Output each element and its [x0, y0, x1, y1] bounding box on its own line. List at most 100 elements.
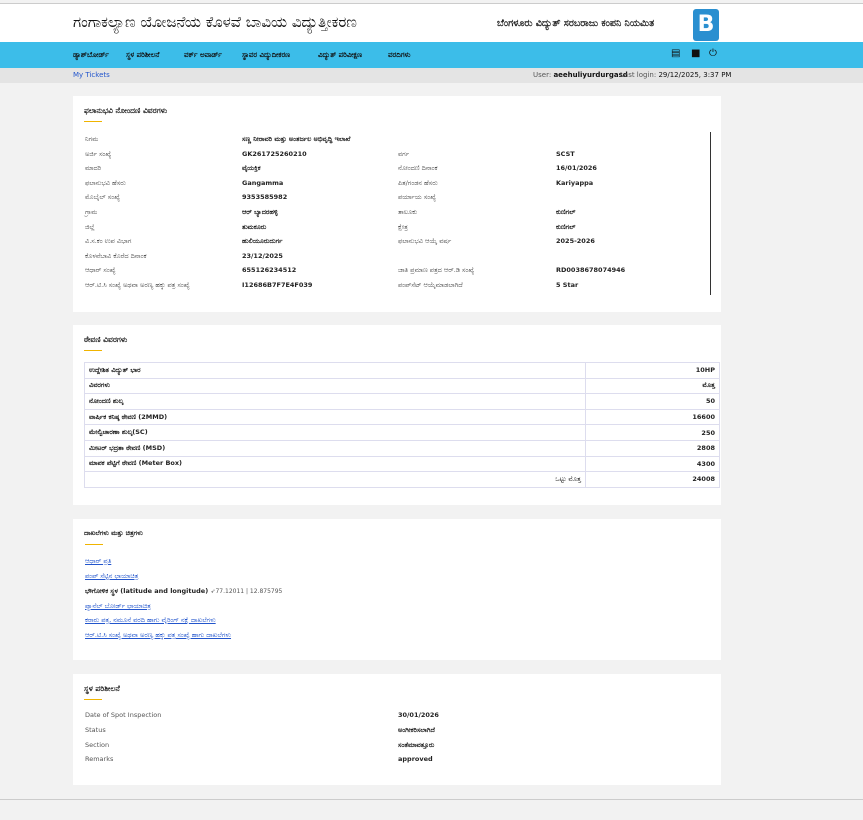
field-label: ಜಿಲ್ಲೆ — [85, 222, 95, 231]
field-label: Date of Spot Inspection — [85, 711, 162, 719]
deposit-label: ವಾರ್ಷಿಕ ಕನಿಷ್ಠ ಠೇವಣಿ (2MMD) — [84, 408, 586, 426]
field-value: 16/01/2026 — [556, 164, 597, 173]
documents-card: ದಾಖಲೆಗಳು ಮತ್ತು ಚಿತ್ರಗಳು ಆಧಾರ್ ಪ್ರತಿ ಪಂಪ್… — [73, 519, 721, 660]
panel-board-photo-link[interactable]: ಪ್ಯಾನೆಲ್ ಬೋರ್ಡ್ ಛಾಯಾಚಿತ್ರ — [85, 602, 151, 610]
user-info: User: aeehuliyurdurgasd — [533, 71, 628, 79]
agreement-docs-link[interactable]: ಕರಾರು ಪತ್ರ, ನಮೂನೆ ವರದಿ ಹಾಗು ವೈರಿಂಗ್ ನಕ್ಷ… — [85, 616, 216, 624]
deposit-row: ಉದ್ದೇಶಿತ ವಿದ್ಯುತ್ ಭಾರ 10HP — [84, 362, 720, 379]
lock-icon[interactable]: ■ — [691, 48, 700, 59]
field-value: ಹುಲಿಯೂರುದುರ್ಗ — [242, 237, 283, 246]
section-title: ಠೇವಣಿ ವಿವರಗಳು — [84, 335, 128, 344]
deposit-row: ಮಾಪಕ ಪೆಟ್ಟಿಗೆ ಠೇವಣಿ (Meter Box) 4300 — [84, 455, 720, 473]
field-label: ನಿಗಮ — [85, 135, 99, 143]
bescom-logo: B — [693, 9, 719, 41]
field-label: ಅರ್ಜಿ ಸಂಖ್ಯೆ — [85, 149, 112, 158]
title-underline — [84, 350, 102, 351]
field-label: ಮಾದರಿ — [85, 164, 102, 173]
deposit-row: ನೋಂದಣಿ ಶುಲ್ಕ 50 — [84, 393, 720, 410]
deposit-label: ವಿವರಗಳು — [84, 377, 586, 395]
nav-dashboard[interactable]: ಡ್ಯಾಶ್‌ಬೋರ್ಡ್ — [73, 51, 109, 60]
geo-value[interactable]: ➶77.12011 | 12.875795 — [210, 588, 282, 595]
deposit-value: 10HP — [585, 362, 720, 379]
username: aeehuliyurdurgasd — [553, 71, 628, 79]
deposit-value: 4300 — [585, 455, 720, 473]
deposit-value: 50 — [585, 393, 720, 410]
field-label: ವಿ.ಸ.ಕಂ ಉಪ ವಿಭಾಗ — [85, 237, 132, 246]
power-icon[interactable]: ⏻ — [709, 48, 717, 59]
field-value: I12686B7F7E4F039 — [242, 281, 313, 289]
deposit-row: ಮೀಟರ್ ಭದ್ರತಾ ಠೇವಣಿ (MSD) 2808 — [84, 439, 720, 457]
field-value: approved — [398, 755, 433, 764]
deposit-label: ಮೀಟರ್ ಭದ್ರತಾ ಠೇವಣಿ (MSD) — [84, 439, 586, 457]
nav-work-award[interactable]: ವರ್ಕ್ ಅವಾರ್ಡ್ — [184, 51, 222, 60]
nav-electrical-inspection[interactable]: ವಿದ್ಯುತ್ ಪರಿವೀಕ್ಷಣ — [318, 51, 362, 60]
deposit-table: ಉದ್ದೇಶಿತ ವಿದ್ಯುತ್ ಭಾರ 10HP ವಿವರಗಳು ಮೊತ್ತ ನೋಂ… — [84, 362, 720, 488]
field-label: ಗ್ರಾಮ — [85, 208, 98, 216]
field-value: 30/01/2026 — [398, 711, 439, 719]
field-label: ಕೊಳವೆಬಾವಿ ಕೊರೆದ ದಿನಾಂಕ — [85, 251, 147, 260]
app-title: ಗಂಗಾಕಲ್ಯಾಣ ಯೋಜನೆಯ ಕೊಳವೆ ಬಾವಿಯ ವಿದ್ಯುತ್ತೀ… — [73, 13, 357, 31]
scroll-divider — [710, 132, 711, 295]
field-value: 2025-2026 — [556, 237, 595, 246]
book-icon[interactable]: ▤ — [671, 48, 680, 59]
field-value: ಕುಣಿಗಲ್ — [556, 222, 576, 231]
field-value: ಸಣ್ಣ ನೀರಾವರಿ ಮತ್ತು ಅಂತರ್ಜಲ ಅಭಿವೃದ್ಧಿ ಇಲಾ… — [242, 135, 351, 143]
field-label: ಆರ್.ಟಿ.ಸಿ ಸಂಖ್ಯೆ ಅಥವಾ ಅರಣ್ಯ ಹಕ್ಕು ಪತ್ರ ಸ… — [85, 281, 190, 289]
field-value: ಆರ್ ಬ್ಯಾದರಹಳ್ಳಿ — [242, 208, 278, 216]
field-value: Kariyappa — [556, 178, 594, 187]
rtc-docs-link[interactable]: ಆರ್.ಟಿ.ಸಿ ಸಂಖ್ಯೆ ಅಥವಾ ಅರಣ್ಯ ಹಕ್ಕು ಪತ್ರ ಸ… — [85, 631, 231, 639]
field-value: ಸಂತೆಮಾವತ್ತೂರು — [398, 740, 435, 749]
section-title: ದಾಖಲೆಗಳು ಮತ್ತು ಚಿತ್ರಗಳು — [84, 529, 143, 537]
field-value: 655126234512 — [242, 266, 297, 275]
field-label: ಆಧಾರ್ ಸಂಖ್ಯೆ — [85, 266, 116, 275]
field-value: ವೈಯಕ್ತಿಕ — [242, 164, 261, 173]
field-value: RD0038678074946 — [556, 266, 626, 275]
field-label: ತಾಲೂಕು — [398, 208, 418, 216]
deposit-value: 250 — [585, 424, 720, 441]
field-label: ಪಂಪ್‌ಸೆಟ್ ಆಯ್ಕೆಮಾಡಲಾಗಿದೆ — [398, 281, 463, 289]
field-label: ಫಲಾನುಭವಿ ಆಯ್ಕೆ ವರ್ಷ — [398, 237, 452, 246]
field-label: Remarks — [85, 755, 114, 764]
field-label: ಮೊಬೈಲ್ ಸಂಖ್ಯೆ — [85, 193, 120, 202]
deposit-row: ವಿವರಗಳು ಮೊತ್ತ — [84, 377, 720, 395]
field-label: ವರ್ಗ — [398, 149, 410, 158]
my-tickets-link[interactable]: My Tickets — [73, 71, 110, 79]
deposit-label: ಉದ್ದೇಶಿತ ವಿದ್ಯುತ್ ಭಾರ — [84, 362, 586, 379]
field-label: Status — [85, 725, 106, 734]
deposit-label: ನೋಂದಣಿ ಶುಲ್ಕ — [84, 393, 586, 410]
field-label: Section — [85, 740, 110, 749]
title-underline — [84, 699, 102, 700]
last-login: Last login: 29/12/2025, 3:37 PM — [620, 71, 731, 79]
deposit-card: ಠೇವಣಿ ವಿವರಗಳು ಉದ್ದೇಶಿತ ವಿದ್ಯುತ್ ಭಾರ 10HP ವ… — [73, 325, 721, 505]
deposit-total-row: ಒಟ್ಟು ಮೊತ್ತ 24008 — [84, 471, 720, 488]
total-label: ಒಟ್ಟು ಮೊತ್ತ — [84, 471, 586, 488]
last-login-value: 29/12/2025, 3:37 PM — [658, 71, 732, 79]
nav-spot-inspection[interactable]: ಸ್ಥಳ ಪರಿಶೀಲನೆ — [126, 51, 159, 60]
deposit-value: 16600 — [585, 408, 720, 426]
nav-bar: ಡ್ಯಾಶ್‌ಬೋರ್ಡ್ ಸ್ಥಳ ಪರಿಶೀಲನೆ ವರ್ಕ್ ಅವಾರ್ಡ… — [0, 42, 863, 68]
footer-border — [0, 799, 863, 800]
user-label: User: — [533, 71, 552, 79]
field-label: ಜಾತಿ ಪ್ರಮಾಣ ಪತ್ರದ ಆರ್.ಡಿ ಸಂಖ್ಯೆ — [398, 266, 475, 275]
field-value: 5 Star — [556, 281, 579, 289]
pumpset-photo-link[interactable]: ಪಂಪ್ ಸೆಟ್ಟಿನ ಛಾಯಾಚಿತ್ರ — [85, 572, 138, 580]
deposit-label: ಮಾಪಕ ಪೆಟ್ಟಿಗೆ ಠೇವಣಿ (Meter Box) — [84, 455, 586, 473]
aadhaar-copy-link[interactable]: ಆಧಾರ್ ಪ್ರತಿ — [85, 557, 111, 565]
nav-installation-electrification[interactable]: ಸ್ಥಾವರ ವಿದ್ಯುದೀಕರಣ — [242, 51, 290, 60]
total-value: 24008 — [585, 471, 720, 488]
field-value: Gangamma — [242, 178, 284, 187]
field-value: ಕುಣಿಗಲ್ — [556, 208, 576, 216]
geo-label: ಭೌಗೋಳಿಕ ಸ್ಥಳ (latitude and longitude) — [85, 587, 209, 595]
field-label: ಫಲಾನುಭವಿ ಹೆಸರು — [85, 178, 126, 187]
registration-card: ಫಲಾನುಭವಿ ನೋಂದಣಿ ವಿವರಗಳು ನಿಗಮ ಸಣ್ಣ ನೀರಾವರಿ… — [73, 96, 721, 312]
field-value: 23/12/2025 — [242, 251, 283, 260]
field-label: ಕ್ಷೇತ್ರ — [398, 222, 408, 231]
sub-bar: My Tickets User: aeehuliyurdurgasd Last … — [0, 68, 863, 83]
deposit-value: 2808 — [585, 439, 720, 457]
nav-reports[interactable]: ವರದಿಗಳು — [388, 51, 411, 60]
field-value: GK261725260210 — [242, 149, 307, 158]
inspection-card: ಸ್ಥಳ ಪರಿಶೀಲನೆ Date of Spot Inspection 30/… — [73, 674, 721, 785]
field-label: ಪಿತ/ಗಂಡನ ಹೆಸರು — [398, 178, 438, 187]
deposit-row: ವಾರ್ಷಿಕ ಕನಿಷ್ಠ ಠೇವಣಿ (2MMD) 16600 — [84, 408, 720, 426]
field-label: ನೋಂದಣಿ ದಿನಾಂಕ — [398, 164, 438, 173]
